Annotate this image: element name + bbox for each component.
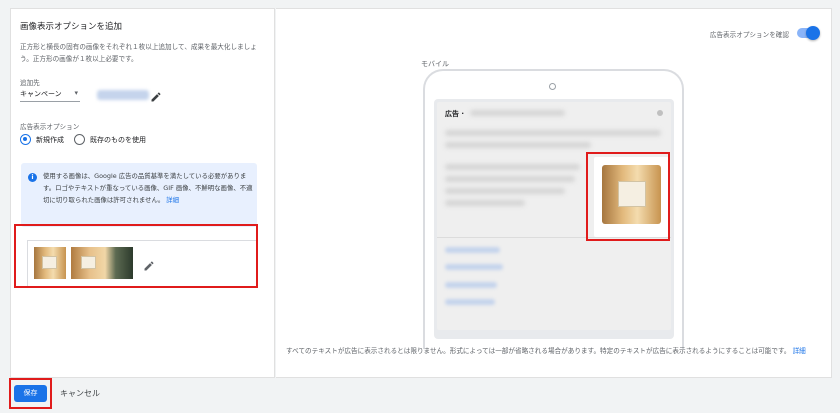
preview-notice-body: すべてのテキストが広告に表示されるとは限りません。形式によっては一部が省略される…: [286, 347, 791, 355]
preview-toggle-label: 広告表示オプションを確認: [709, 31, 789, 39]
sitelink-line: [445, 282, 497, 288]
extension-label: 広告表示オプション: [20, 123, 80, 131]
headline-line: [445, 130, 661, 136]
form-description: 正方形と横長の固有の画像をそれぞれ１枚以上追加して、成果を最大化しましょう。正方…: [20, 43, 257, 63]
radio-new-label: 新規作成: [36, 136, 64, 144]
device-label: モバイル: [421, 60, 449, 68]
preview-notice: すべてのテキストが広告に表示されるとは限りません。形式によっては一部が省略される…: [286, 345, 821, 357]
campaign-select-value: キャンペーン: [20, 90, 62, 98]
sitelink-line: [445, 299, 495, 305]
headline-line: [445, 142, 591, 148]
preview-toggle-knob[interactable]: [806, 25, 820, 40]
cancel-button[interactable]: キャンセル: [60, 388, 100, 399]
sitelink-line: [445, 247, 500, 253]
radio-existing-label: 既存のものを使用: [90, 136, 146, 144]
ad-image-highlight-box: [586, 152, 670, 241]
campaign-select[interactable]: キャンペーン ▾: [20, 89, 80, 102]
ad-url-redacted: [470, 110, 565, 116]
sitelink-line: [445, 264, 503, 270]
camera-icon: [549, 83, 556, 90]
save-highlight-box: [9, 378, 52, 409]
description-line: [445, 164, 580, 170]
radio-existing[interactable]: [74, 134, 85, 145]
radio-new[interactable]: [20, 134, 31, 145]
image-extension-form: 画像表示オプションを追加 正方形と横長の固有の画像をそれぞれ１枚以上追加して、成…: [10, 8, 275, 378]
info-text-body: 使用する画像は、Google 広告の品質基準を満たしている必要があります。ロゴや…: [43, 172, 253, 204]
image-highlight-box: [14, 224, 258, 288]
description-line: [445, 176, 575, 182]
ad-preview-panel: 広告表示オプションを確認 モバイル 広告 · すべてのテキストが広告に表示される…: [276, 8, 832, 378]
ad-label: 広告 ·: [445, 110, 465, 118]
form-title: 画像表示オプションを追加: [20, 22, 123, 32]
description-line: [445, 188, 565, 194]
info-icon: i: [28, 173, 37, 182]
info-dot-icon: [657, 110, 663, 116]
add-to-label: 追加先: [20, 79, 40, 87]
preview-details-link[interactable]: 詳細: [793, 347, 806, 355]
info-notice: i 使用する画像は、Google 広告の品質基準を満たしている必要があります。ロ…: [21, 163, 257, 227]
info-details-link[interactable]: 詳細: [166, 196, 179, 204]
edit-campaign-icon[interactable]: [150, 88, 162, 102]
chevron-down-icon: ▾: [74, 89, 78, 97]
description-line: [445, 200, 525, 206]
campaign-name-redacted: [97, 90, 149, 100]
info-text: 使用する画像は、Google 広告の品質基準を満たしている必要があります。ロゴや…: [43, 170, 253, 206]
